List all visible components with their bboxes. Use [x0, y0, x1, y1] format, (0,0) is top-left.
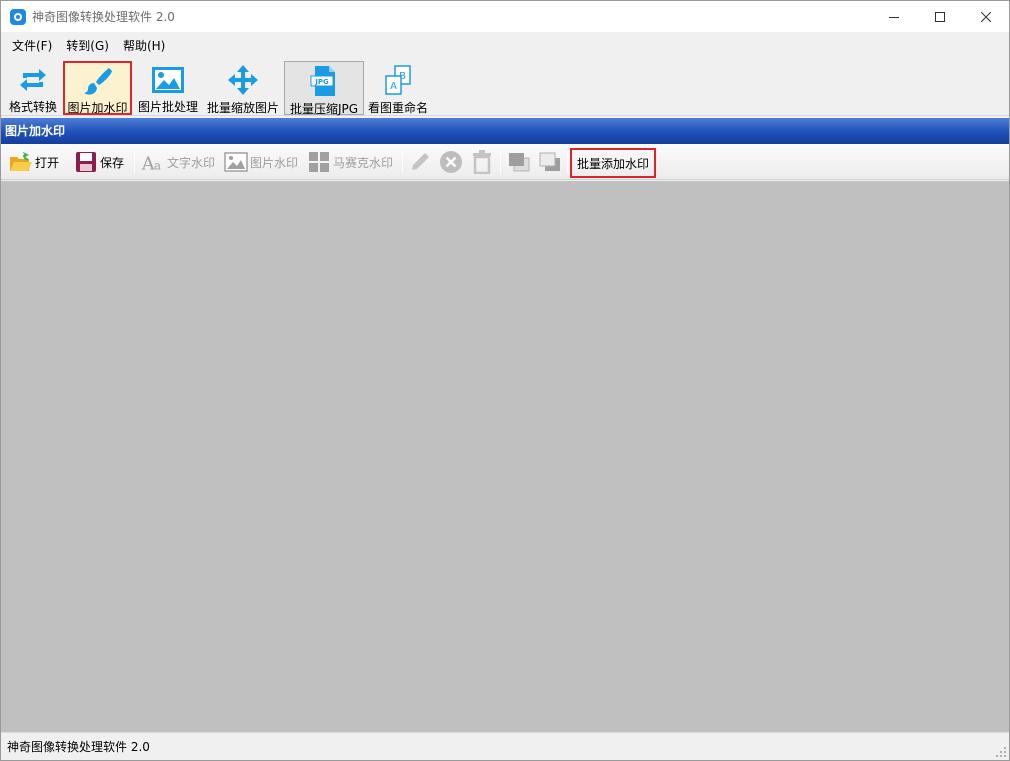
- text-aa-icon: A a: [141, 150, 165, 174]
- toolbar-separator: [567, 151, 568, 173]
- folder-open-icon: [9, 150, 33, 174]
- watermark-toolbar: 打开 保存 A a 文字水印 图片水印 马赛克水印 批量添加水印: [1, 144, 1009, 180]
- edit-button[interactable]: [408, 149, 434, 175]
- remove-button[interactable]: [439, 149, 465, 175]
- status-bar: 神奇图像转换处理软件 2.0: [1, 732, 1009, 760]
- app-logo-icon: [10, 8, 26, 25]
- send-to-back-icon: [538, 150, 562, 174]
- resize-grip-icon[interactable]: [995, 746, 1007, 758]
- toolbar-separator: [500, 151, 501, 173]
- menu-bar: 文件(F) 转到(G) 帮助(H): [1, 32, 1009, 59]
- open-button[interactable]: 打开: [9, 149, 59, 175]
- status-text: 神奇图像转换处理软件 2.0: [7, 740, 150, 754]
- tool-rename-label: 看图重命名: [367, 101, 428, 115]
- delete-button[interactable]: [470, 149, 496, 175]
- tool-format-convert[interactable]: 格式转换: [5, 61, 61, 115]
- close-icon: [981, 11, 991, 22]
- tool-batch-process[interactable]: 图片批处理: [135, 61, 201, 115]
- menu-goto[interactable]: 转到(G): [59, 35, 116, 57]
- text-watermark-button[interactable]: A a 文字水印: [141, 149, 215, 175]
- tool-watermark-label: 图片加水印: [67, 101, 128, 115]
- image-watermark-button[interactable]: 图片水印: [224, 149, 298, 175]
- maximize-button[interactable]: [917, 1, 963, 32]
- tool-compress-jpg-label: 批量压缩JPG: [289, 102, 359, 116]
- svg-text:JPG: JPG: [314, 78, 329, 86]
- bring-front-button[interactable]: [507, 149, 533, 175]
- image-watermark-label: 图片水印: [250, 155, 299, 170]
- window-title: 神奇图像转换处理软件 2.0: [32, 10, 175, 24]
- tool-batch-process-label: 图片批处理: [137, 100, 198, 114]
- mosaic-grid-icon: [307, 150, 331, 174]
- maximize-icon: [935, 11, 945, 22]
- bring-to-front-icon: [507, 150, 531, 174]
- rename-ab-icon: B A: [380, 64, 416, 96]
- tool-batch-resize-label: 批量缩放图片: [206, 101, 279, 115]
- mosaic-watermark-label: 马赛克水印: [333, 155, 394, 170]
- title-bar[interactable]: 神奇图像转换处理软件 2.0: [1, 1, 1009, 32]
- brush-icon: [80, 66, 116, 96]
- open-label: 打开: [35, 155, 60, 170]
- tool-batch-resize[interactable]: 批量缩放图片: [204, 61, 282, 115]
- minimize-button[interactable]: [871, 1, 917, 32]
- svg-text:A: A: [141, 154, 155, 173]
- pencil-icon: [408, 150, 432, 174]
- svg-text:A: A: [390, 81, 397, 92]
- svg-text:a: a: [154, 158, 161, 172]
- save-label: 保存: [100, 155, 125, 170]
- tool-format-convert-label: 格式转换: [8, 100, 57, 114]
- save-disk-icon: [74, 150, 98, 174]
- minimize-icon: [889, 16, 899, 18]
- batch-watermark-button[interactable]: 批量添加水印: [570, 148, 656, 178]
- mosaic-watermark-button[interactable]: 马赛克水印: [307, 149, 393, 175]
- image-canvas[interactable]: [1, 181, 1009, 732]
- menu-help[interactable]: 帮助(H): [116, 35, 172, 57]
- close-button[interactable]: [963, 1, 1009, 32]
- save-button[interactable]: 保存: [74, 149, 124, 175]
- toolbar-separator: [134, 151, 135, 173]
- move-arrows-icon: [225, 64, 261, 96]
- panel-title: 图片加水印: [1, 118, 1009, 144]
- tool-rename[interactable]: B A 看图重命名: [366, 61, 430, 115]
- menu-file[interactable]: 文件(F): [5, 35, 59, 57]
- tool-compress-jpg[interactable]: JPG 批量压缩JPG: [284, 61, 364, 116]
- tool-watermark[interactable]: 图片加水印: [63, 61, 132, 115]
- convert-arrows-icon: [15, 64, 51, 95]
- toolbar-separator: [402, 151, 403, 173]
- app-window: 神奇图像转换处理软件 2.0 文件(F) 转到(G) 帮助(H) 格式转换 图片…: [0, 0, 1010, 761]
- trash-icon: [470, 150, 494, 174]
- send-back-button[interactable]: [538, 149, 564, 175]
- jpg-file-icon: JPG: [306, 65, 342, 97]
- picture-icon: [224, 150, 248, 174]
- image-icon: [150, 64, 186, 95]
- text-watermark-label: 文字水印: [167, 155, 216, 170]
- main-toolbar: 格式转换 图片加水印 图片批处理 批量缩放图片 JPG 批量压缩JPG B A …: [1, 59, 1009, 116]
- circle-x-icon: [439, 150, 463, 174]
